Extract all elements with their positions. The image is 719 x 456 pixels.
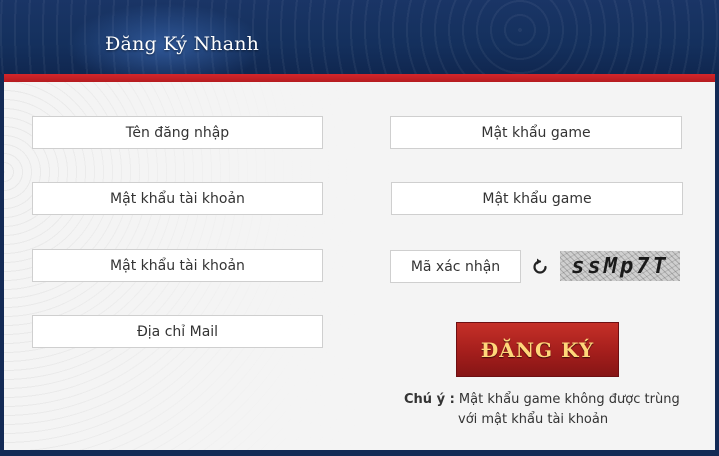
header: Đăng Ký Nhanh [0, 0, 719, 74]
captcha-placeholder: Mã xác nhận [410, 258, 501, 275]
account-password-confirm-field[interactable]: Mật khẩu tài khoản [32, 249, 323, 282]
captcha-image: ssMp7T [560, 251, 680, 281]
register-button-label: ĐĂNG KÝ [480, 337, 595, 362]
game-password-placeholder: Mật khẩu game [481, 124, 591, 141]
account-password-field[interactable]: Mật khẩu tài khoản [32, 182, 323, 215]
header-divider [4, 74, 715, 82]
account-password-confirm-placeholder: Mật khẩu tài khoản [110, 257, 245, 274]
username-field[interactable]: Tên đăng nhập [32, 116, 323, 149]
email-placeholder: Địa chỉ Mail [136, 323, 219, 340]
email-field[interactable]: Địa chỉ Mail [32, 315, 323, 348]
note-label: Chú ý : [404, 392, 455, 407]
account-password-placeholder: Mật khẩu tài khoản [110, 190, 245, 207]
page-title: Đăng Ký Nhanh [105, 33, 260, 55]
game-password-confirm-field[interactable]: Mật khẩu game [391, 182, 683, 215]
note-line1: Mật khẩu game không được trùng [458, 392, 680, 407]
password-note: Chú ý : Mật khẩu game không được trùng v… [404, 390, 684, 430]
refresh-icon[interactable] [530, 257, 550, 277]
username-placeholder: Tên đăng nhập [125, 124, 230, 141]
game-password-confirm-placeholder: Mật khẩu game [482, 190, 592, 207]
register-window: Đăng Ký Nhanh Tên đăng nhập Mật khẩu gam… [0, 0, 719, 456]
captcha-text: ssMp7T [571, 253, 669, 279]
note-line2: với mật khẩu tài khoản [458, 412, 609, 427]
register-button[interactable]: ĐĂNG KÝ [456, 322, 619, 377]
game-password-field[interactable]: Mật khẩu game [390, 116, 682, 149]
captcha-input[interactable]: Mã xác nhận [390, 250, 521, 283]
